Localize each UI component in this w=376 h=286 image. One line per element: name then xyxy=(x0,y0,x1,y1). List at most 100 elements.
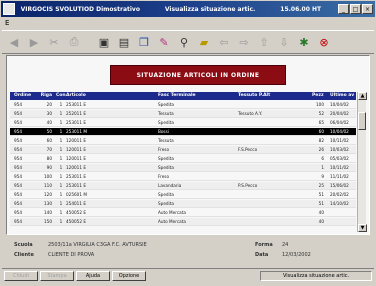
menu-item-e[interactable]: E xyxy=(5,19,9,27)
options-button[interactable]: Opzione xyxy=(112,271,146,281)
info-section: Scuola 2503/11a VIRGILIA C3GA F.C. AVTUR… xyxy=(10,240,366,262)
table-row[interactable]: 954 80 1 120011 E Spedita 6 05/03/02 xyxy=(10,155,356,163)
cut-icon[interactable]: ✂ xyxy=(46,34,62,50)
col-header-fasc-terminale[interactable]: Fasc Terminale xyxy=(158,92,236,100)
cell-cons: 1 xyxy=(59,120,63,125)
cell-pezzi: 100 xyxy=(316,102,324,107)
cell-ultimo-av: 05/03/02 xyxy=(330,156,349,161)
help-button[interactable]: Ajuda xyxy=(76,271,110,281)
col-header-riga[interactable]: Riga xyxy=(38,92,52,100)
gear-icon[interactable]: ✱ xyxy=(296,34,312,50)
stop-icon[interactable]: ⊗ xyxy=(316,34,332,50)
cell-pezzi: 82 xyxy=(318,138,324,143)
col-header-cons[interactable]: Cons xyxy=(56,92,66,100)
cell-ordine: 954 xyxy=(14,192,22,197)
table-row[interactable]: 954 100 1 253011 E Freso 9 11/11/02 xyxy=(10,173,356,181)
cell-riga: 20 xyxy=(46,102,52,107)
col-header-ordine[interactable]: Ordine xyxy=(14,92,36,100)
cell-ultimo-av: 10/11/02 xyxy=(330,165,349,170)
cell-ordine: 954 xyxy=(14,102,22,107)
cell-fasc-terminale: Spedita xyxy=(158,165,174,170)
cell-fasc-terminale: Spedita xyxy=(158,102,174,107)
title-bar: VIRGOCIS SVOLUTIOD Dimostrativo Visualiz… xyxy=(1,1,375,17)
cell-ordine: 954 xyxy=(14,138,22,143)
cell-fasc-terminale: Tessuta xyxy=(158,111,174,116)
app-title: VIRGOCIS SVOLUTIOD Dimostrativo xyxy=(20,5,140,13)
cell-articolo: 120011 E xyxy=(66,147,86,152)
print-icon[interactable]: ⎙ xyxy=(66,34,82,50)
table-row[interactable]: 954 30 1 252011 E Tessuta Tessuto A.Y. 52 20/04… xyxy=(10,110,356,118)
cell-pezzi: 6 xyxy=(321,156,324,161)
col-header-pezzi[interactable]: Pezzi xyxy=(312,92,324,100)
cell-riga: 110 xyxy=(44,183,52,188)
scroll-thumb[interactable] xyxy=(358,112,366,130)
cell-fasc-terminale: Auto Mercata xyxy=(158,210,186,215)
back-icon[interactable]: ◀ xyxy=(6,34,22,50)
folder-icon[interactable]: ▰ xyxy=(196,34,212,50)
section-banner: SITUAZIONE ARTICOLI IN ORDINE xyxy=(110,65,286,85)
cell-articolo: 254011 E xyxy=(66,201,86,206)
edit-icon[interactable]: ✎ xyxy=(156,34,172,50)
close-window-button[interactable]: Chiudi xyxy=(4,271,38,281)
save-icon[interactable]: ▣ xyxy=(96,34,112,50)
minimize-button[interactable]: _ xyxy=(338,4,349,14)
table-row[interactable]: 954 20 1 253011 E Spedita 100 10/04/02 xyxy=(10,101,356,109)
table-row[interactable]: 954 130 1 254011 E Spedita 51 14/10/02 xyxy=(10,200,356,208)
data-label: Data xyxy=(255,252,269,258)
maximize-button[interactable]: □ xyxy=(350,4,361,14)
scroll-up-icon[interactable]: ▲ xyxy=(358,92,367,100)
table-row[interactable]: 954 50 1 253011 M Bossi 60 10/04/02 xyxy=(10,128,356,136)
cell-articolo: 253011 E xyxy=(66,174,86,179)
cell-fasc-terminale: Spedita xyxy=(158,120,174,125)
table-row[interactable]: 954 60 1 120011 E Tessuta 82 10/11/02 xyxy=(10,137,356,145)
cell-cons: 1 xyxy=(59,147,63,152)
data-value: 12/03/2002 xyxy=(282,252,311,258)
cell-ordine: 954 xyxy=(14,147,22,152)
cell-cons: 1 xyxy=(59,183,63,188)
cell-ultimo-av: 10/03/02 xyxy=(330,147,349,152)
col-header-ultimo-av[interactable]: Ultimo av xyxy=(330,92,356,100)
table-row[interactable]: 954 40 1 253011 E Spedita 65 06/04/02 xyxy=(10,119,356,127)
cell-fasc-terminale: Freso xyxy=(158,147,170,152)
binoculars-icon[interactable]: ⚲ xyxy=(176,34,192,50)
cell-articolo: 253011 E xyxy=(66,102,86,107)
copy-icon[interactable]: ❐ xyxy=(136,34,152,50)
menu-bar: E xyxy=(1,18,375,28)
scroll-down-icon[interactable]: ▼ xyxy=(358,224,367,232)
cell-ultimo-av: 11/11/02 xyxy=(330,174,349,179)
document-icon[interactable]: ▤ xyxy=(116,34,132,50)
cell-riga: 50 xyxy=(46,129,52,134)
col-header-articolo[interactable]: Articolo xyxy=(66,92,122,100)
cell-riga: 90 xyxy=(46,165,52,170)
cell-ultimo-av: 10/04/02 xyxy=(330,129,349,134)
cell-cons: 1 xyxy=(59,210,63,215)
table-row[interactable]: 954 70 1 120011 E Freso F.S.Pecco 26 10/03/02 xyxy=(10,146,356,154)
arrow-up-icon[interactable]: ⇧ xyxy=(256,34,272,50)
cell-ordine: 954 xyxy=(14,165,22,170)
cell-tessuto: Tessuto A.Y. xyxy=(238,111,263,116)
print-button[interactable]: Stampa xyxy=(40,271,74,281)
close-button[interactable]: × xyxy=(362,4,373,14)
cell-cons: 1 xyxy=(59,102,63,107)
table-row[interactable]: 954 150 1 450052 E Auto Mercata 40 xyxy=(10,218,356,226)
cell-cons: 1 xyxy=(59,174,63,179)
table-row[interactable]: 954 140 1 450052 E Auto Mercata 40 xyxy=(10,209,356,217)
forma-label: Forma xyxy=(255,242,273,248)
vertical-scrollbar[interactable]: ▲ ▼ xyxy=(357,92,367,232)
cell-ordine: 954 xyxy=(14,156,22,161)
cell-ultimo-av: 14/10/02 xyxy=(330,201,349,206)
arrow-left-icon[interactable]: ⇦ xyxy=(216,34,232,50)
table-row[interactable]: 954 110 1 253011 E Lavandaria P.S.Pecco 25 15/0… xyxy=(10,182,356,190)
arrow-down-icon[interactable]: ⇩ xyxy=(276,34,292,50)
module-title: Visualizza situazione artic. xyxy=(164,5,256,13)
col-header-tessuto[interactable]: Tessuto P.Alt xyxy=(238,92,308,100)
arrow-right-icon[interactable]: ⇨ xyxy=(236,34,252,50)
cell-riga: 80 xyxy=(46,156,52,161)
table-row[interactable]: 954 120 1 025601 M Spedita 51 20/02/02 xyxy=(10,191,356,199)
cell-pezzi: 51 xyxy=(318,201,324,206)
cell-pezzi: 52 xyxy=(318,111,324,116)
cell-ordine: 954 xyxy=(14,174,22,179)
cell-fasc-terminale: Spedita xyxy=(158,192,174,197)
table-row[interactable]: 954 90 1 120011 E Spedita 1 10/11/02 xyxy=(10,164,356,172)
forward-icon[interactable]: ▶ xyxy=(26,34,42,50)
